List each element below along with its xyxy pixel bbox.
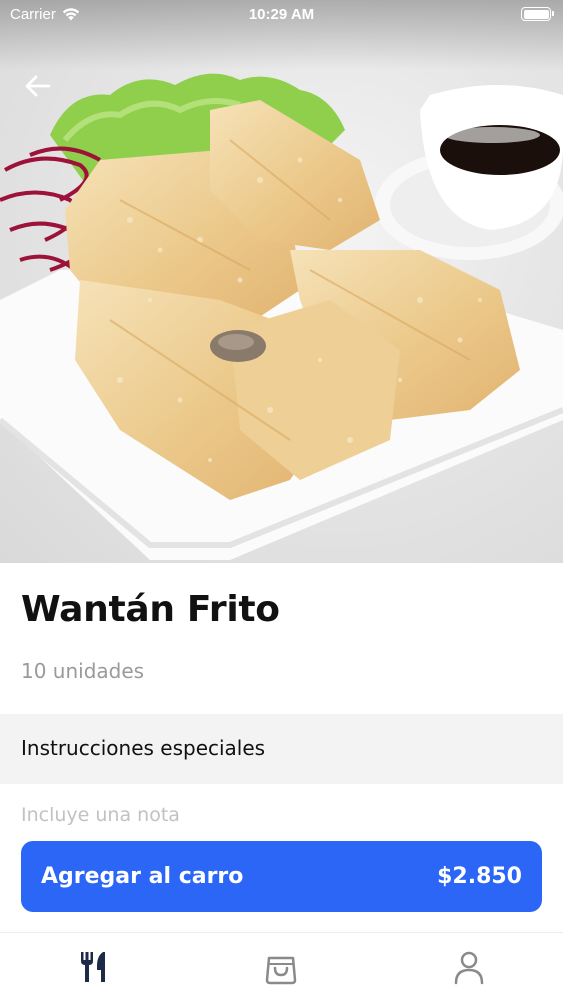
special-instructions-header: Instrucciones especiales bbox=[0, 714, 563, 784]
user-icon bbox=[454, 951, 484, 984]
fried-wonton-illustration bbox=[0, 0, 563, 560]
fork-knife-icon bbox=[80, 951, 105, 982]
product-description: 10 unidades bbox=[21, 659, 145, 683]
shopping-bag-icon bbox=[266, 956, 297, 984]
arrow-left-icon bbox=[25, 75, 51, 97]
status-time: 10:29 AM bbox=[248, 6, 315, 23]
product-title: Wantán Frito bbox=[21, 589, 280, 630]
add-to-cart-price: $2.850 bbox=[437, 864, 522, 889]
bottom-navigation bbox=[0, 932, 563, 1000]
battery-icon bbox=[521, 7, 554, 21]
nav-item-menu[interactable] bbox=[54, 937, 134, 997]
back-button[interactable] bbox=[18, 66, 58, 106]
status-bar: Carrier 10:29 AM bbox=[0, 0, 563, 30]
nav-item-cart[interactable] bbox=[241, 937, 321, 997]
product-image bbox=[0, 0, 563, 563]
note-input[interactable] bbox=[21, 803, 541, 827]
special-instructions-label: Instrucciones especiales bbox=[21, 736, 266, 760]
add-to-cart-button[interactable]: Agregar al carro $2.850 bbox=[21, 841, 542, 912]
nav-item-profile[interactable] bbox=[429, 937, 509, 997]
add-to-cart-label: Agregar al carro bbox=[41, 864, 244, 889]
